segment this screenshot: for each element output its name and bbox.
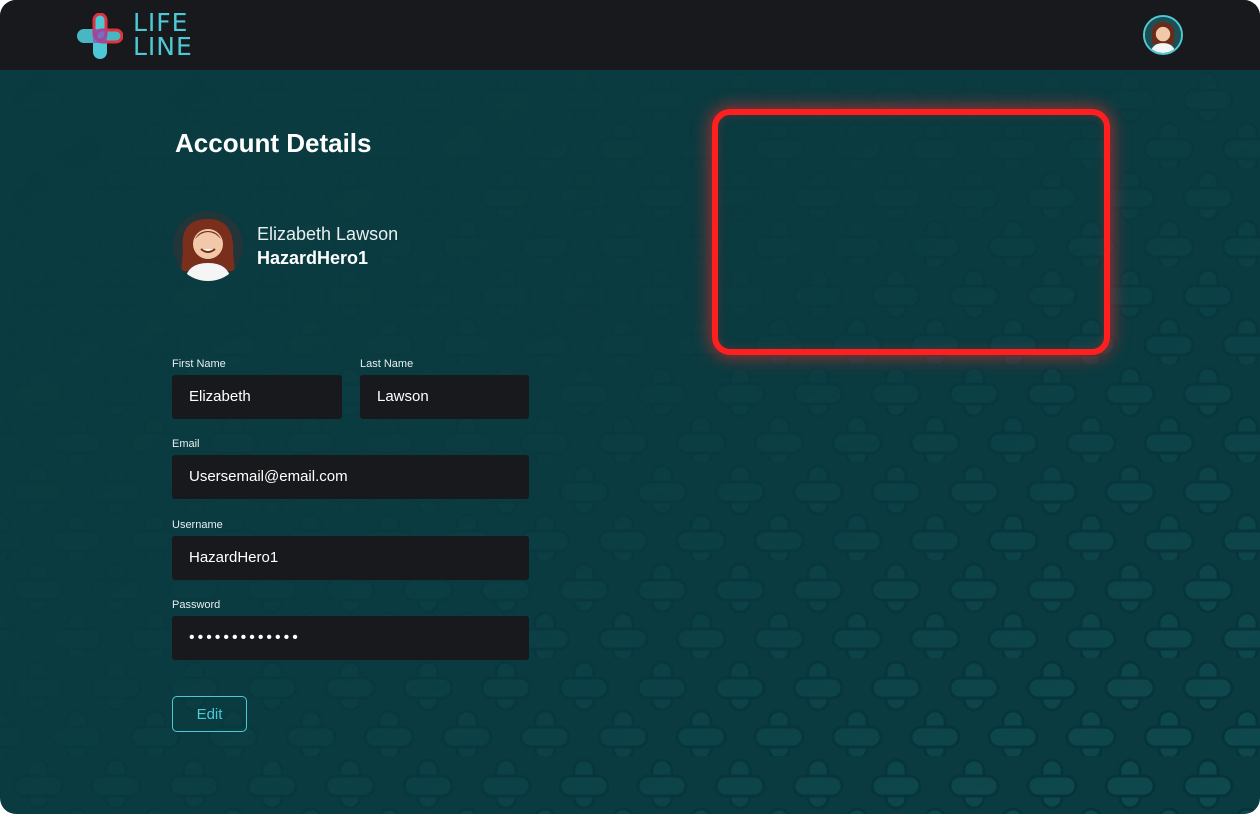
brand-wordmark: LIFE LINE	[133, 10, 193, 61]
last-name-input[interactable]	[360, 375, 529, 419]
edit-button[interactable]: Edit	[172, 696, 247, 732]
password-input[interactable]	[172, 616, 529, 660]
top-navigation-bar: LIFE LINE	[0, 0, 1260, 70]
profile-username: HazardHero1	[257, 248, 369, 268]
first-name-label: First Name	[172, 358, 226, 370]
first-name-input[interactable]	[172, 375, 342, 419]
user-avatar-icon	[1145, 17, 1181, 53]
profile-avatar	[173, 211, 243, 281]
brand-line-2: LINE	[133, 32, 193, 61]
email-input[interactable]	[172, 455, 529, 499]
last-name-label: Last Name	[360, 358, 414, 370]
password-label: Password	[172, 599, 221, 611]
username-input[interactable]	[172, 536, 529, 580]
account-details-page: Account Details Elizabeth Lawson HazardH…	[0, 70, 1260, 814]
username-label: Username	[172, 519, 223, 531]
medical-cross-logo-icon	[77, 13, 123, 59]
page-title: Account Details	[175, 128, 372, 158]
highlight-box	[712, 109, 1110, 355]
profile-full-name: Elizabeth Lawson	[257, 224, 399, 244]
profile-portrait-icon	[173, 211, 243, 281]
email-label: Email	[172, 438, 200, 450]
lifeline-logo[interactable]: LIFE LINE	[77, 10, 197, 61]
header-user-avatar[interactable]	[1143, 15, 1183, 55]
app-window: LIFE LINE Account Details Elizabeth Laws…	[0, 0, 1260, 814]
